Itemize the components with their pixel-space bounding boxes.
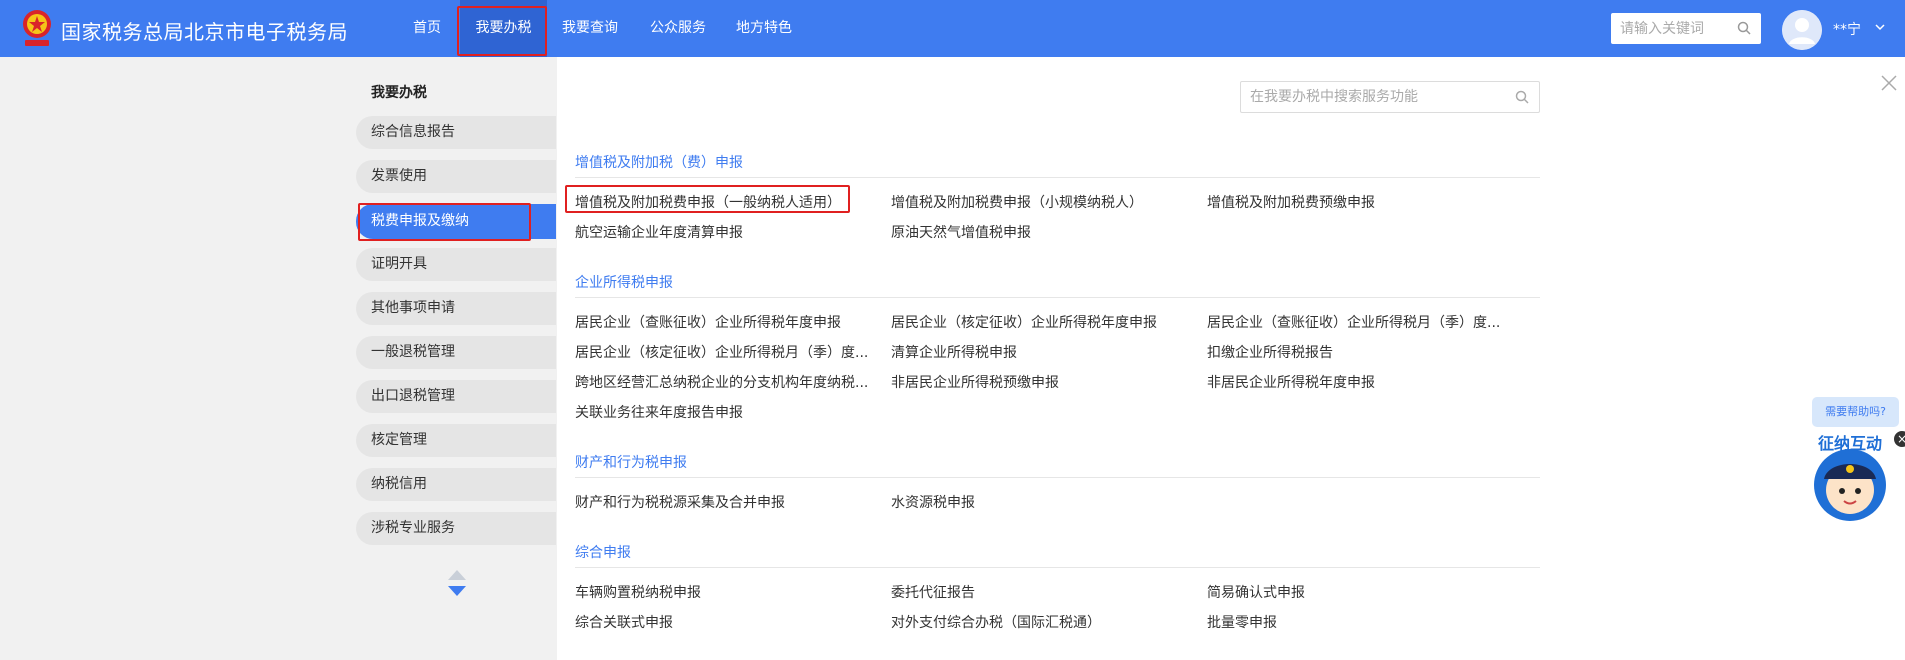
section-divider [575, 297, 1540, 298]
section-divider [575, 477, 1540, 478]
scroll-arrows-icon[interactable] [446, 568, 468, 600]
header-search [1611, 13, 1761, 44]
link-vat-prepayment[interactable]: 增值税及附加税费预缴申报 [1207, 192, 1375, 212]
help-bubble[interactable]: 需要帮助吗? [1812, 397, 1899, 427]
link-nonresident-prepay[interactable]: 非居民企业所得税预缴申报 [891, 372, 1059, 392]
sidebar-item-invoice-use[interactable]: 发票使用 [356, 160, 556, 193]
top-header: 国家税务总局北京市电子税务局 首页 我要办税 我要查询 公众服务 地方特色 **… [0, 0, 1905, 57]
link-aviation-clearing[interactable]: 航空运输企业年度清算申报 [575, 222, 743, 242]
nav-do-tax[interactable]: 我要办税 [460, 0, 547, 57]
link-simple-confirmation[interactable]: 简易确认式申报 [1207, 582, 1305, 602]
link-vat-small-scale[interactable]: 增值税及附加税费申报（小规模纳税人） [891, 192, 1143, 212]
link-cit-liquidation[interactable]: 清算企业所得税申报 [891, 342, 1017, 362]
chevron-down-icon[interactable] [1874, 22, 1886, 32]
link-cross-region-branch[interactable]: 跨地区经营汇总纳税企业的分支机构年度纳税... [575, 372, 868, 392]
link-vehicle-purchase-tax[interactable]: 车辆购置税纳税申报 [575, 582, 701, 602]
sidebar-item-certificate[interactable]: 证明开具 [356, 248, 556, 281]
section-title-property: 财产和行为税申报 [575, 455, 687, 471]
link-water-resource-tax[interactable]: 水资源税申报 [891, 492, 975, 512]
link-cit-annual-audit[interactable]: 居民企业（查账征收）企业所得税年度申报 [575, 312, 841, 332]
section-title-comprehensive: 综合申报 [575, 545, 631, 561]
link-international-remittance[interactable]: 对外支付综合办税（国际汇税通） [891, 612, 1101, 632]
close-icon[interactable] [1880, 74, 1898, 92]
nav-public-service[interactable]: 公众服务 [643, 0, 713, 57]
username[interactable]: **宁 [1833, 19, 1861, 39]
link-crude-oil-vat[interactable]: 原油天然气增值税申报 [891, 222, 1031, 242]
sidebar-item-info-report[interactable]: 综合信息报告 [356, 116, 556, 149]
link-related-party-report[interactable]: 关联业务往来年度报告申报 [575, 402, 743, 422]
tax-emblem-logo [23, 10, 51, 46]
nav-local-feature[interactable]: 地方特色 [729, 0, 799, 57]
link-entrusted-collection[interactable]: 委托代征报告 [891, 582, 975, 602]
sidebar-heading: 我要办税 [371, 85, 427, 101]
sidebar-item-assessment[interactable]: 核定管理 [356, 424, 556, 457]
sidebar-item-professional-services[interactable]: 涉税专业服务 [356, 512, 556, 545]
nav-home[interactable]: 首页 [404, 0, 450, 57]
link-cit-annual-assessed[interactable]: 居民企业（核定征收）企业所得税年度申报 [891, 312, 1157, 332]
content-search [1240, 81, 1540, 113]
sidebar-item-tax-declaration[interactable]: 税费申报及缴纳 [356, 204, 556, 239]
content-search-input[interactable] [1241, 82, 1511, 112]
site-title: 国家税务总局北京市电子税务局 [61, 20, 348, 44]
section-divider [575, 567, 1540, 568]
link-cit-withholding[interactable]: 扣缴企业所得税报告 [1207, 342, 1333, 362]
search-icon[interactable] [1515, 90, 1529, 104]
sidebar-item-general-refund[interactable]: 一般退税管理 [356, 336, 556, 369]
section-divider [575, 177, 1540, 178]
sidebar-item-export-refund[interactable]: 出口退税管理 [356, 380, 556, 413]
search-icon[interactable] [1737, 21, 1751, 35]
link-comprehensive-related[interactable]: 综合关联式申报 [575, 612, 673, 632]
sidebar-item-other-requests[interactable]: 其他事项申请 [356, 292, 556, 325]
link-batch-zero-declaration[interactable]: 批量零申报 [1207, 612, 1277, 632]
link-vat-general[interactable]: 增值税及附加税费申报（一般纳税人适用） [575, 192, 841, 212]
sidebar-item-tax-credit[interactable]: 纳税信用 [356, 468, 556, 501]
link-nonresident-annual[interactable]: 非居民企业所得税年度申报 [1207, 372, 1375, 392]
help-close-icon[interactable]: × [1894, 431, 1905, 447]
section-title-vat: 增值税及附加税（费）申报 [575, 155, 743, 171]
help-assistant-icon[interactable]: 征纳互动 [1806, 435, 1897, 523]
nav-query[interactable]: 我要查询 [555, 0, 625, 57]
section-title-cit: 企业所得税申报 [575, 275, 673, 291]
help-widget-label: 征纳互动 [1818, 435, 1882, 453]
link-cit-quarterly-audit[interactable]: 居民企业（查账征收）企业所得税月（季）度... [1207, 312, 1500, 332]
link-cit-quarterly-assessed[interactable]: 居民企业（核定征收）企业所得税月（季）度... [575, 342, 868, 362]
user-avatar[interactable] [1782, 10, 1822, 50]
link-property-combined[interactable]: 财产和行为税税源采集及合并申报 [575, 492, 785, 512]
